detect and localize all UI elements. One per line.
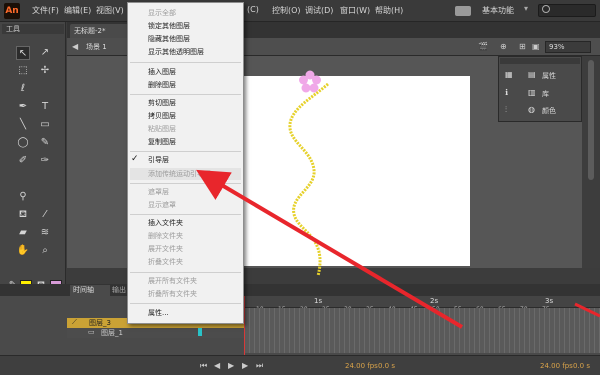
annotation-arrow-2 xyxy=(574,302,600,318)
annotation-arrows xyxy=(196,169,600,329)
annotation-arrow xyxy=(196,169,464,329)
